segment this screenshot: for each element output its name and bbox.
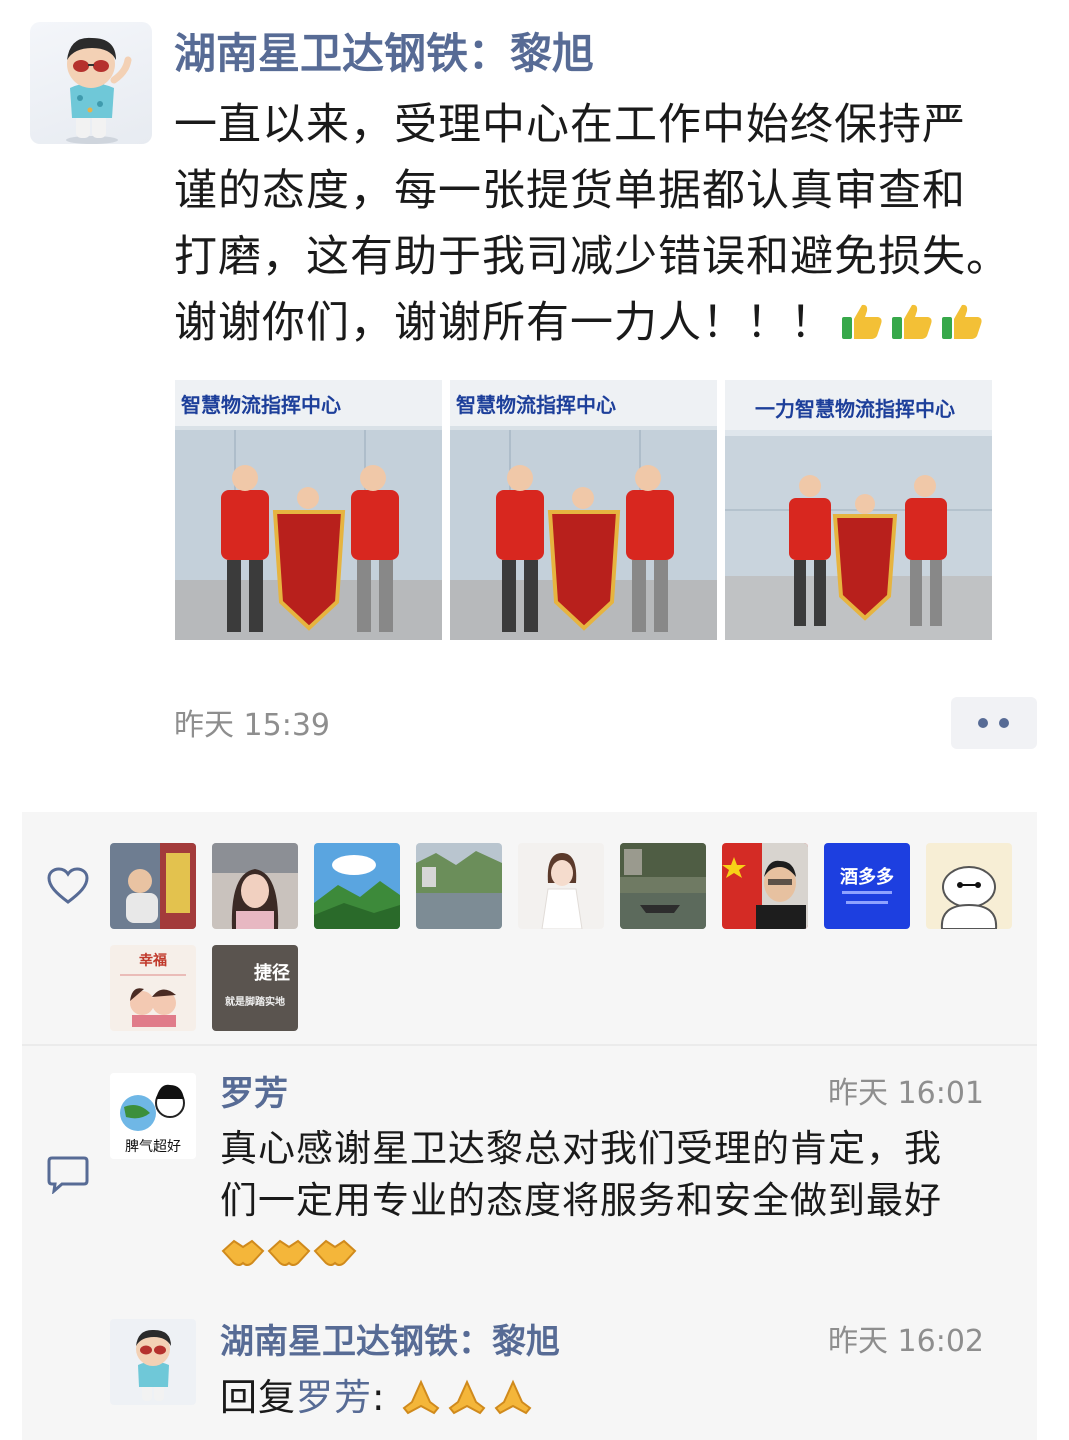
commenter-avatar[interactable]: [110, 1319, 196, 1405]
reply-colon: :: [372, 1376, 386, 1419]
motto-text-avatar: 捷径 就是脚踏实地: [212, 945, 298, 1031]
more-dots-icon: [978, 718, 988, 728]
mountain-sky-avatar: [314, 843, 400, 929]
folded-hands-icon: [448, 1379, 486, 1415]
interaction-panel: 酒多多 幸福 捷径 就是脚踏实地 脾气超好 罗芳 昨天 16:01 真心感谢星卫…: [22, 812, 1037, 1440]
post-author-name[interactable]: 湖南星卫达钢铁：黎旭: [174, 20, 594, 81]
post-text-line-last: 谢谢你们，谢谢所有一力人！！！: [174, 290, 1044, 356]
river-scenery-avatar: [416, 843, 502, 929]
folded-hands-icon: [494, 1379, 532, 1415]
avatar-brand-text: 捷径: [254, 962, 290, 984]
photo-banner-text: 智慧物流指挥中心: [456, 393, 616, 417]
avatar-brand-text: 就是脚踏实地: [225, 995, 285, 1008]
comment-text-line: 们一定用专业的态度将服务和安全做到最好: [220, 1179, 942, 1222]
post-photo-1[interactable]: 智慧物流指挥中心: [175, 380, 442, 640]
post-body: 一直以来，受理中心在工作中始终保持严 谨的态度，每一张提货单据都认真审查和 打磨…: [174, 92, 1044, 356]
folded-hands-emoji-group: [398, 1376, 536, 1419]
thumbs-up-emoji-group: [834, 298, 984, 348]
comment-body[interactable]: 回复罗芳:: [220, 1372, 536, 1424]
child-photo-avatar: [110, 843, 196, 929]
post-text-line: 谨的态度，每一张提货单据都认真审查和: [174, 166, 966, 216]
like-avatar[interactable]: [926, 843, 1012, 929]
cartoon-fist-avatar: 脾气超好: [110, 1073, 196, 1159]
more-actions-button[interactable]: [951, 697, 1037, 749]
photo-banner-text: 一力智慧物流指挥中心: [755, 397, 955, 421]
avatar-brand-text: 幸福: [139, 952, 167, 969]
happiness-cartoon-avatar: 幸福: [110, 945, 196, 1031]
reply-target-name[interactable]: 罗芳: [296, 1376, 372, 1419]
like-avatar[interactable]: [416, 843, 502, 929]
thumbs-up-icon: [892, 304, 932, 339]
author-avatar[interactable]: [30, 22, 152, 144]
heart-icon: [47, 867, 89, 904]
post-timestamp: 昨天 15:39: [174, 708, 330, 743]
post-text-line: 一直以来，受理中心在工作中始终保持严: [174, 100, 966, 150]
commenter-name[interactable]: 湖南星卫达钢铁：黎旭: [220, 1314, 560, 1363]
post-photo-3[interactable]: 一力智慧物流指挥中心: [725, 380, 992, 640]
thumbs-up-icon: [942, 304, 982, 339]
handshake-icon: [267, 1239, 311, 1266]
thumbs-up-icon: [842, 304, 882, 339]
handshake-icon: [221, 1239, 265, 1266]
post-text-line: 打磨，这有助于我司减少错误和避免损失。: [174, 232, 1010, 282]
post-text-line: 谢谢你们，谢谢所有一力人！！！: [174, 298, 834, 348]
like-avatar[interactable]: 酒多多: [824, 843, 910, 929]
comment-icon: [47, 1156, 89, 1194]
commenter-avatar[interactable]: 脾气超好: [110, 1073, 196, 1159]
reply-line: 回复罗芳:: [220, 1372, 536, 1424]
baymax-robot-avatar: [926, 843, 1012, 929]
like-avatar[interactable]: [110, 843, 196, 929]
avatar-brand-text: 酒多多: [840, 866, 894, 888]
woman-photo-avatar: [212, 843, 298, 929]
like-avatar[interactable]: [212, 843, 298, 929]
like-avatar[interactable]: [722, 843, 808, 929]
likes-section: 酒多多 幸福 捷径 就是脚踏实地: [22, 812, 1037, 1044]
comment-timestamp: 昨天 16:02: [828, 1324, 984, 1359]
commenter-name[interactable]: 罗芳: [220, 1066, 288, 1115]
avatar-caption: 脾气超好: [125, 1139, 181, 1155]
photo-image: 智慧物流指挥中心: [175, 380, 442, 640]
comment-timestamp: 昨天 16:01: [828, 1076, 984, 1111]
panel-divider: [22, 1044, 1037, 1046]
photo-banner-text: 智慧物流指挥中心: [181, 393, 341, 417]
girl-white-dress-avatar: [518, 843, 604, 929]
handshake-icon: [313, 1239, 357, 1266]
photo-image: 智慧物流指挥中心: [450, 380, 717, 640]
like-avatar[interactable]: [518, 843, 604, 929]
cartoon-boy-avatar-icon: [136, 1329, 171, 1401]
cartoon-boy-avatar-icon: [66, 37, 132, 144]
reply-prefix: 回复: [220, 1376, 296, 1419]
like-avatar[interactable]: 幸福: [110, 945, 196, 1031]
comment-body[interactable]: 真心感谢星卫达黎总对我们受理的肯定，我 们一定用专业的态度将服务和安全做到最好: [220, 1123, 942, 1279]
comment-text-line: 真心感谢星卫达黎总对我们受理的肯定，我: [220, 1127, 942, 1170]
folded-hands-icon: [402, 1379, 440, 1415]
like-avatar[interactable]: 捷径 就是脚踏实地: [212, 945, 298, 1031]
man-with-flag-avatar: [722, 843, 808, 929]
handshake-emoji-group: [220, 1227, 942, 1279]
canal-town-avatar: [620, 843, 706, 929]
like-avatar[interactable]: [314, 843, 400, 929]
like-avatar[interactable]: [620, 843, 706, 929]
post-photo-2[interactable]: 智慧物流指挥中心: [450, 380, 717, 640]
photo-image: 一力智慧物流指挥中心: [725, 380, 992, 640]
more-dots-icon: [999, 718, 1009, 728]
jiuduoduo-logo-avatar: 酒多多: [824, 843, 910, 929]
